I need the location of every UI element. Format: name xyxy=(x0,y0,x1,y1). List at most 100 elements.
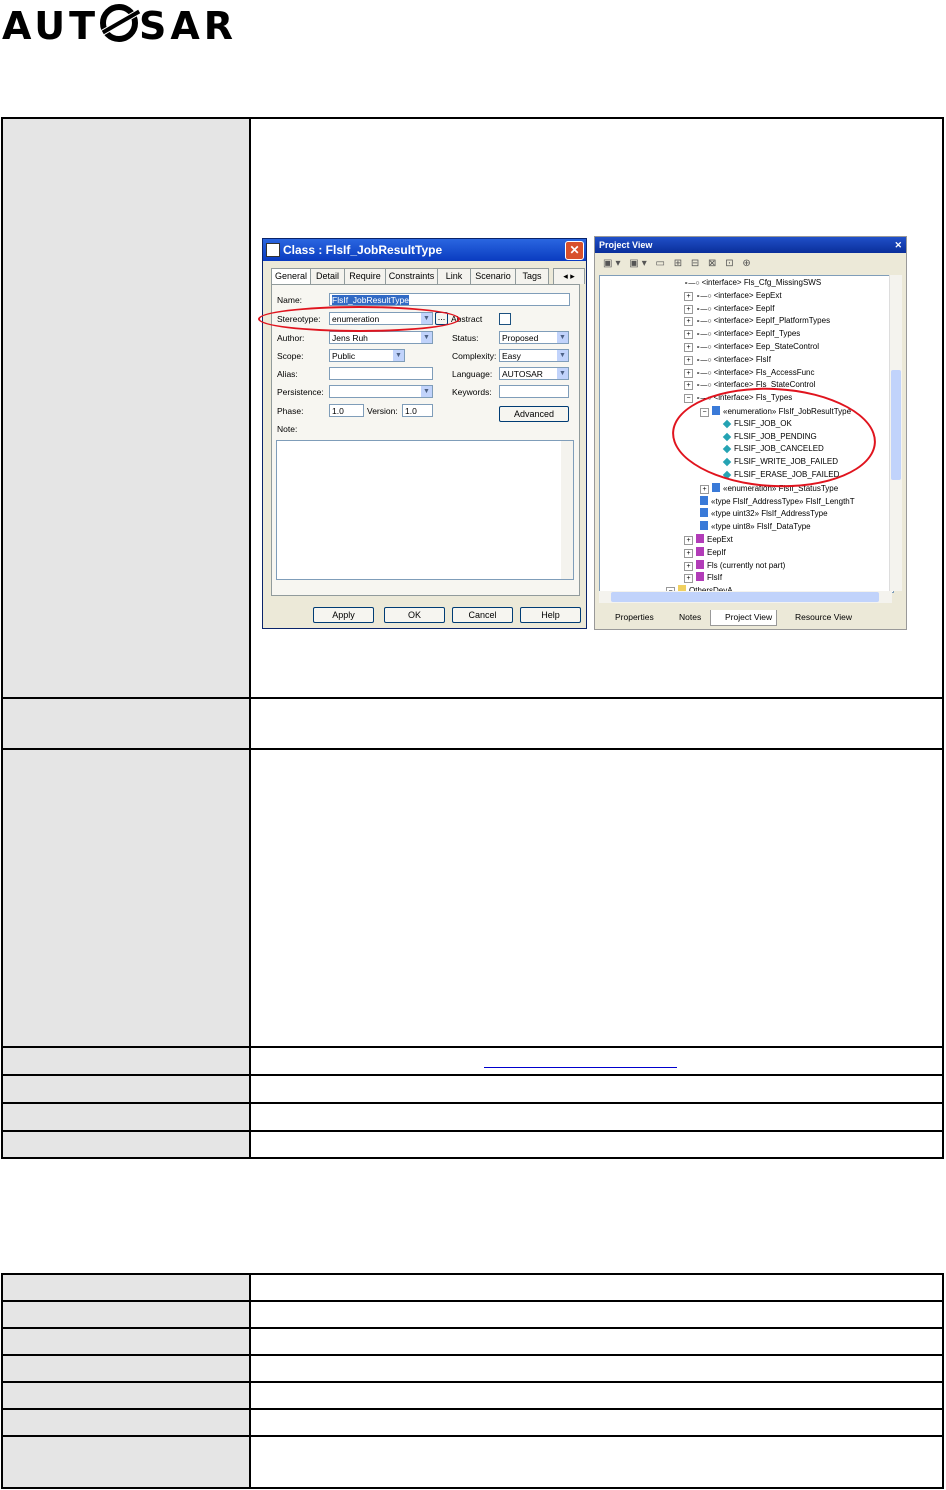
project-bottom-tabs: Properties Notes Project View Resource V… xyxy=(595,609,908,627)
tab-tags[interactable]: Tags xyxy=(515,268,549,284)
tree-item[interactable]: + EepIf xyxy=(684,546,726,558)
tab-resource-view[interactable]: Resource View xyxy=(781,610,852,625)
tree-item-label: FlsIf xyxy=(707,573,723,583)
expand-icon[interactable]: + xyxy=(684,330,693,340)
chevron-down-icon: ▼ xyxy=(557,368,568,379)
expand-icon[interactable]: + xyxy=(684,561,693,571)
interface-icon: ∘—○ xyxy=(684,280,702,287)
expand-icon[interactable]: + xyxy=(684,317,693,327)
status-label: Status: xyxy=(452,333,479,343)
phase-field[interactable]: 1.0 xyxy=(329,404,364,417)
tree-item[interactable]: + ∘—○ <interface> EepIf_PlatformTypes xyxy=(684,316,830,327)
keywords-field[interactable] xyxy=(499,385,569,398)
tree-item[interactable]: ∘—○ <interface> Fls_Cfg_MissingSWS xyxy=(684,278,821,287)
tab-scroll-arrows-icon[interactable]: ◂ ▸ xyxy=(553,268,585,284)
tab-notes[interactable]: Notes xyxy=(665,610,701,625)
language-select[interactable]: AUTOSAR ▼ xyxy=(499,367,569,380)
tree-item[interactable]: + ∘—○ <interface> EepIf_Types xyxy=(684,329,800,340)
status-select[interactable]: Proposed ▼ xyxy=(499,331,569,344)
row-label xyxy=(1,748,251,1048)
tab-require[interactable]: Require xyxy=(344,268,386,284)
row-label xyxy=(1,1074,251,1104)
expand-icon[interactable]: + xyxy=(684,304,693,314)
tab-constraints[interactable]: Constraints xyxy=(385,268,438,284)
tree-item-label: <interface> EepIf xyxy=(713,303,775,313)
tab-scenario[interactable]: Scenario xyxy=(470,268,516,284)
tree-item[interactable]: + ∘—○ <interface> EepExt xyxy=(684,291,782,301)
expand-icon[interactable]: + xyxy=(684,381,693,391)
row-label xyxy=(1,1408,251,1437)
collapse-icon[interactable]: − xyxy=(684,394,693,404)
interface-icon: ∘—○ xyxy=(696,369,714,377)
expand-icon[interactable]: + xyxy=(700,484,709,494)
close-icon[interactable]: ✕ xyxy=(565,241,584,260)
complexity-select[interactable]: Easy ▼ xyxy=(499,349,569,362)
hscrollbar-thumb[interactable] xyxy=(611,592,879,602)
enumeration-icon xyxy=(700,508,708,518)
close-icon[interactable]: ✕ xyxy=(894,237,902,253)
tree-hscrollbar[interactable] xyxy=(599,591,892,603)
enumeration-icon xyxy=(700,495,708,505)
advanced-button[interactable]: Advanced xyxy=(499,406,569,422)
scope-select[interactable]: Public ▼ xyxy=(329,349,405,362)
tree-item[interactable]: «type uint8» FlsIf_DataType xyxy=(700,521,811,531)
tree-item[interactable]: «type uint32» FlsIf_AddressType xyxy=(700,508,828,518)
author-select[interactable]: Jens Ruh ▼ xyxy=(329,331,433,344)
persistence-select[interactable]: ▼ xyxy=(329,385,433,398)
expand-icon[interactable]: + xyxy=(684,574,693,584)
expand-icon[interactable]: + xyxy=(684,343,693,352)
row-content xyxy=(249,1273,944,1302)
alias-label: Alias: xyxy=(277,369,298,379)
expand-icon[interactable]: + xyxy=(684,291,693,301)
toolbar-icons[interactable]: ▣▾ ▣▾ ▭ ⊞ ⊟ ⊠ ⊡ ⊕ xyxy=(603,258,754,274)
row-content xyxy=(249,1046,944,1076)
tree-item[interactable]: + Fls (currently not part) xyxy=(684,559,785,571)
interface-icon: ∘—○ xyxy=(696,344,714,351)
chevron-down-icon: ▼ xyxy=(421,386,432,397)
complexity-label: Complexity: xyxy=(452,351,497,361)
scope-label: Scope: xyxy=(277,351,304,361)
tab-detail[interactable]: Detail xyxy=(310,268,345,284)
tree-item[interactable]: + EepExt xyxy=(684,534,733,545)
dialog-titlebar: Class : FlsIf_JobResultType ✕ xyxy=(263,239,586,261)
tab-project-view[interactable]: Project View xyxy=(710,610,778,626)
tree-item[interactable]: + ∘—○ <interface> EepIf xyxy=(684,304,775,314)
row-label xyxy=(1,1354,251,1383)
cancel-button[interactable]: Cancel xyxy=(452,607,513,623)
interface-icon: ∘—○ xyxy=(696,318,714,326)
tree-item[interactable]: + FlsIf xyxy=(684,572,723,584)
tree-item[interactable]: + ∘—○ <interface> Eep_StateControl xyxy=(684,342,819,352)
tab-properties[interactable]: Properties xyxy=(601,610,654,625)
notes-label: Note: xyxy=(277,424,298,434)
tree-item-label: «type FlsIf_AddressType» FlsIf_LengthT xyxy=(711,496,855,506)
apply-button[interactable]: Apply xyxy=(313,607,374,623)
tree-item-label: EepIf xyxy=(707,547,726,557)
abstract-checkbox[interactable] xyxy=(499,313,511,325)
status-value: Proposed xyxy=(502,333,539,343)
version-label: Version: xyxy=(367,406,398,416)
class-icon xyxy=(266,243,280,257)
tree-item[interactable]: + ∘—○ <interface> FlsIf xyxy=(684,355,771,365)
expand-icon[interactable]: + xyxy=(684,355,693,365)
alias-field[interactable] xyxy=(329,367,433,380)
notes-scrollbar[interactable] xyxy=(561,441,573,579)
expand-icon[interactable]: + xyxy=(684,548,693,558)
tree-item[interactable]: + ∘—○ <interface> Fls_AccessFunc xyxy=(684,368,815,378)
version-field[interactable]: 1.0 xyxy=(402,404,433,417)
name-field[interactable]: FlsIf_JobResultType xyxy=(329,293,570,306)
ok-button[interactable]: OK xyxy=(384,607,445,623)
row-label xyxy=(1,1130,251,1159)
interface-icon: ∘—○ xyxy=(696,356,714,364)
notes-textarea[interactable] xyxy=(276,440,574,580)
version-value: 1.0 xyxy=(405,406,417,416)
scrollbar-thumb[interactable] xyxy=(891,370,901,480)
expand-icon[interactable]: + xyxy=(684,536,693,545)
tree-scrollbar[interactable] xyxy=(889,275,902,591)
row-content xyxy=(249,1327,944,1356)
tab-link[interactable]: Link xyxy=(437,268,471,284)
tree-item[interactable]: «type FlsIf_AddressType» FlsIf_LengthT xyxy=(700,495,855,506)
help-button[interactable]: Help xyxy=(520,607,581,623)
hyperlink-underline[interactable] xyxy=(484,1067,677,1068)
tab-general[interactable]: General xyxy=(271,268,311,285)
expand-icon[interactable]: + xyxy=(684,368,693,378)
